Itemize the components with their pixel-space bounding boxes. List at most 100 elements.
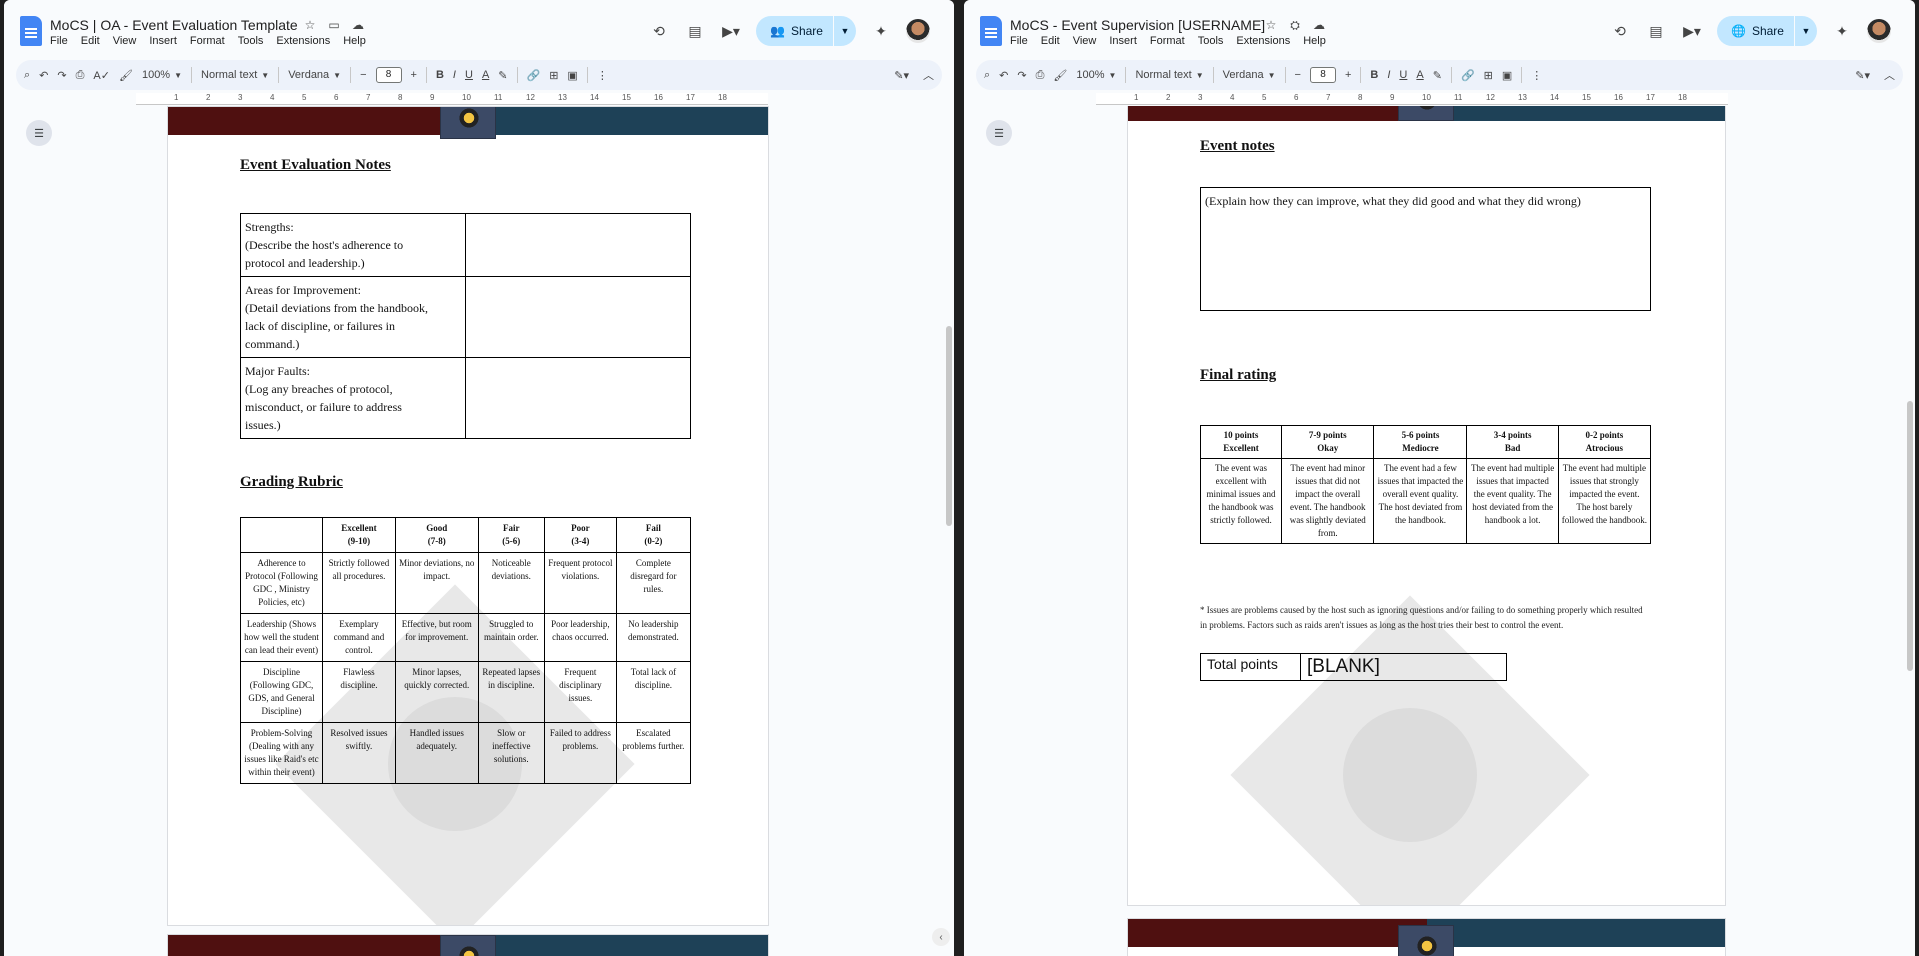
menu-edit[interactable]: Edit [1041, 35, 1060, 47]
zoom-select[interactable]: 100% ▼ [1076, 69, 1116, 81]
undo-icon[interactable]: ↶ [39, 69, 48, 82]
menu-help[interactable]: Help [343, 35, 366, 47]
collapse-panel-icon[interactable]: ‹ [932, 928, 950, 946]
menu-extensions[interactable]: Extensions [1236, 35, 1290, 47]
horizontal-ruler[interactable]: 1 2 3 4 5 6 7 8 9 10 11 12 13 14 15 16 17 18 [136, 93, 768, 105]
version-history-icon[interactable]: ⟲ [648, 20, 670, 42]
menu-format[interactable]: Format [1150, 35, 1185, 47]
redo-icon[interactable]: ↷ [57, 69, 66, 82]
menu-format[interactable]: Format [190, 35, 225, 47]
increase-font-size-icon[interactable]: + [411, 69, 417, 81]
gemini-icon[interactable]: ✦ [870, 20, 892, 42]
notes-value-cell[interactable] [465, 357, 691, 439]
meet-icon[interactable]: ▶▾ [720, 20, 742, 42]
menu-file[interactable]: File [50, 35, 68, 47]
avatar[interactable] [1866, 19, 1891, 43]
insert-image-icon[interactable]: ▣ [567, 69, 577, 82]
menu-file[interactable]: File [1010, 35, 1028, 47]
menu-insert[interactable]: Insert [1109, 35, 1137, 47]
shared-drive-icon[interactable]: ⛭ [1287, 17, 1303, 33]
font-size-input[interactable]: 8 [375, 67, 402, 83]
increase-font-size-icon[interactable]: + [1345, 69, 1351, 81]
spellcheck-icon[interactable]: A✓ [93, 69, 110, 82]
font-size-input[interactable]: 8 [1309, 67, 1336, 83]
insert-link-icon[interactable]: 🔗 [527, 69, 541, 82]
underline-icon[interactable]: U [465, 69, 473, 81]
event-notes-box[interactable]: (Explain how they can improve, what they… [1200, 187, 1651, 311]
notes-value-cell[interactable] [465, 213, 691, 277]
style-select[interactable]: Normal text ▼ [1135, 69, 1203, 81]
comments-icon[interactable]: ▤ [684, 20, 706, 42]
star-icon[interactable]: ☆ [1263, 17, 1279, 33]
text-color-icon[interactable]: A [482, 69, 489, 81]
notes-value-cell[interactable] [465, 276, 691, 358]
star-icon[interactable]: ☆ [302, 17, 318, 33]
redo-icon[interactable]: ↷ [1017, 69, 1026, 82]
insert-link-icon[interactable]: 🔗 [1461, 69, 1475, 82]
menu-insert[interactable]: Insert [149, 35, 177, 47]
italic-icon[interactable]: I [453, 69, 456, 81]
print-icon[interactable]: ⎙ [76, 69, 85, 82]
highlight-icon[interactable]: ✎ [498, 69, 507, 82]
editing-mode-icon[interactable]: ✎▾ [894, 69, 909, 82]
bold-icon[interactable]: B [436, 69, 444, 81]
version-history-icon[interactable]: ⟲ [1609, 20, 1631, 42]
zoom-select[interactable]: 100% ▼ [142, 69, 182, 81]
gemini-icon[interactable]: ✦ [1831, 20, 1853, 42]
vertical-scrollbar[interactable] [1907, 401, 1913, 671]
menu-help[interactable]: Help [1303, 35, 1326, 47]
more-options-icon[interactable]: ⋮ [597, 69, 608, 82]
font-select[interactable]: Verdana ▼ [288, 69, 341, 81]
left-docs-window: MoCS | OA - Event Evaluation Template ☆ … [4, 0, 954, 956]
comments-icon[interactable]: ▤ [1645, 20, 1667, 42]
document-outline-icon[interactable]: ☰ [26, 120, 52, 146]
font-select[interactable]: Verdana ▼ [1223, 69, 1276, 81]
cloud-status-icon[interactable]: ☁ [1311, 17, 1327, 33]
style-select[interactable]: Normal text ▼ [201, 69, 269, 81]
menu-tools[interactable]: Tools [238, 35, 264, 47]
highlight-icon[interactable]: ✎ [1433, 69, 1442, 82]
more-options-icon[interactable]: ⋮ [1531, 69, 1542, 82]
document-title[interactable]: MoCS - Event Supervision [USERNAME] [1010, 17, 1265, 33]
total-points-value[interactable]: [BLANK] [1300, 653, 1507, 681]
meet-icon[interactable]: ▶▾ [1681, 20, 1703, 42]
menu-extensions[interactable]: Extensions [276, 35, 330, 47]
cloud-status-icon[interactable]: ☁ [350, 17, 366, 33]
hide-menus-icon[interactable]: ︿ [923, 67, 934, 83]
share-dropdown-icon[interactable]: ▼ [1795, 26, 1817, 36]
text-color-icon[interactable]: A [1416, 69, 1423, 81]
menu-view[interactable]: View [1073, 35, 1097, 47]
bold-icon[interactable]: B [1370, 69, 1378, 81]
insert-image-icon[interactable]: ▣ [1502, 69, 1512, 82]
search-menus-icon[interactable]: ⌕ [24, 69, 30, 82]
divider [191, 67, 193, 83]
horizontal-ruler[interactable]: 1 2 3 4 5 6 7 8 9 10 11 12 13 14 15 16 17 18 [1096, 93, 1728, 105]
avatar[interactable] [905, 19, 930, 43]
docs-logo-icon[interactable] [20, 16, 42, 46]
move-folder-icon[interactable]: ▭ [326, 17, 342, 33]
share-button[interactable]: 👥 Share ▼ [756, 16, 856, 46]
editing-mode-icon[interactable]: ✎▾ [1855, 69, 1870, 82]
undo-icon[interactable]: ↶ [999, 69, 1008, 82]
add-comment-icon[interactable]: ⊞ [549, 69, 558, 82]
document-title[interactable]: MoCS | OA - Event Evaluation Template [50, 17, 298, 33]
search-menus-icon[interactable]: ⌕ [984, 69, 990, 82]
hide-menus-icon[interactable]: ︿ [1884, 67, 1895, 83]
italic-icon[interactable]: I [1387, 69, 1390, 81]
share-label: Share [790, 24, 823, 38]
docs-logo-icon[interactable] [980, 16, 1002, 46]
menu-edit[interactable]: Edit [81, 35, 100, 47]
decrease-font-size-icon[interactable]: − [360, 69, 366, 81]
menu-view[interactable]: View [113, 35, 137, 47]
share-dropdown-icon[interactable]: ▼ [834, 26, 856, 36]
print-icon[interactable]: ⎙ [1036, 69, 1045, 82]
decrease-font-size-icon[interactable]: − [1295, 69, 1301, 81]
menu-tools[interactable]: Tools [1198, 35, 1224, 47]
paint-format-icon[interactable]: 🖌 [1053, 69, 1067, 82]
vertical-scrollbar[interactable] [946, 326, 952, 526]
paint-format-icon[interactable]: 🖌 [119, 69, 133, 82]
underline-icon[interactable]: U [1399, 69, 1407, 81]
document-outline-icon[interactable]: ☰ [986, 120, 1012, 146]
add-comment-icon[interactable]: ⊞ [1484, 69, 1493, 82]
share-button[interactable]: 🌐 Share ▼ [1717, 16, 1817, 46]
